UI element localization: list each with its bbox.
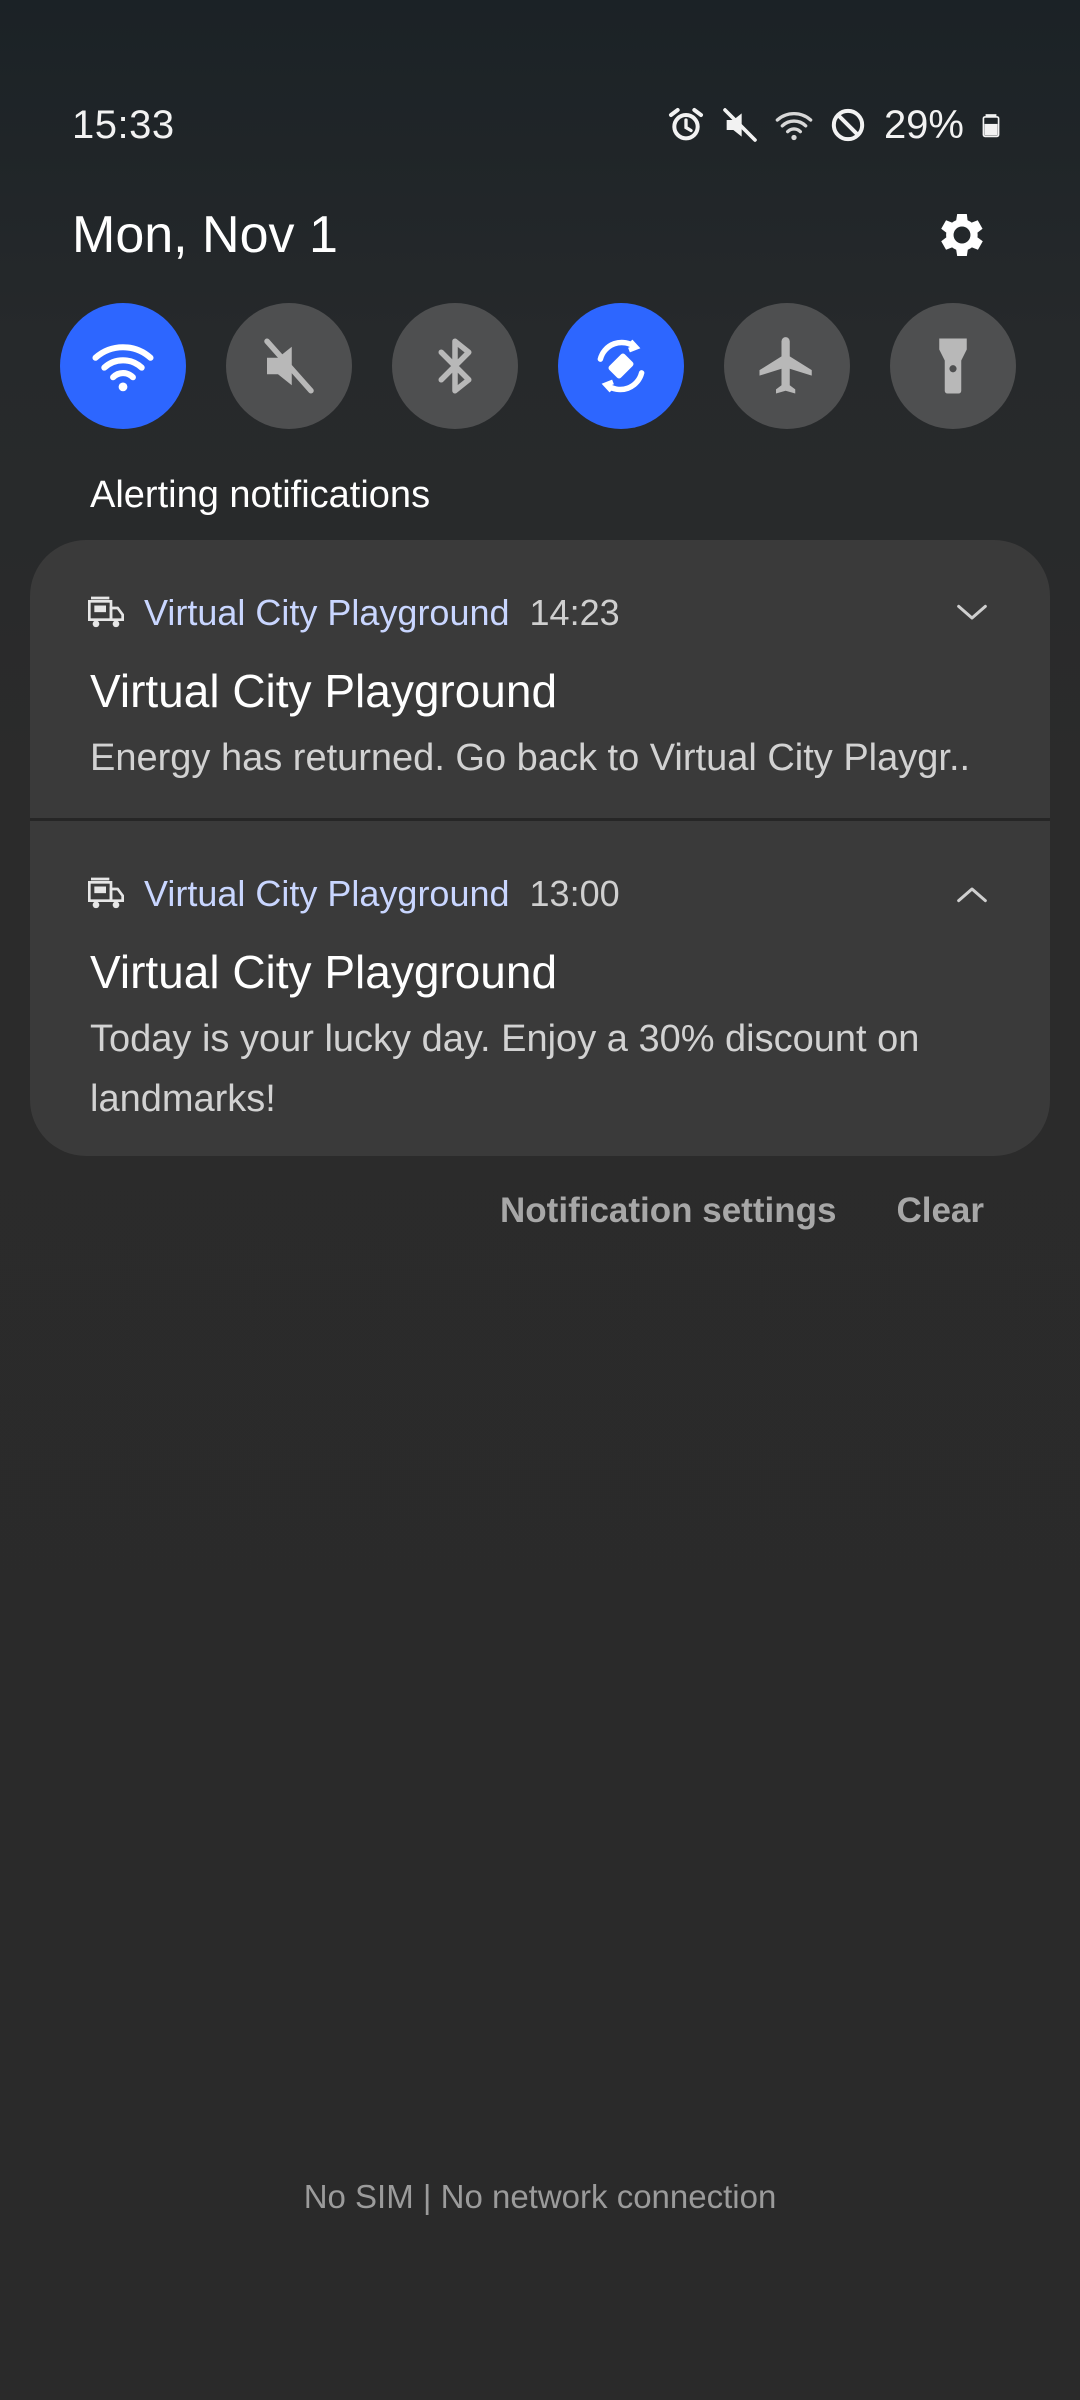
sound-toggle[interactable]	[226, 303, 352, 429]
clear-button[interactable]: Clear	[896, 1191, 984, 1231]
notification-actions: Notification settings Clear	[500, 1186, 984, 1236]
mute-icon	[720, 105, 760, 145]
gear-icon	[941, 213, 983, 257]
carrier-status: No SIM | No network connection	[303, 2178, 777, 2215]
notification-time: 14:23	[529, 592, 620, 633]
date-label: Mon, Nov 1	[72, 206, 338, 264]
battery-icon	[978, 105, 1004, 145]
notification-item[interactable]: Virtual City Playground 13:00 Virtual Ci…	[30, 821, 1050, 1156]
battery-percent: 29%	[883, 102, 964, 147]
chevron-up-icon	[957, 887, 987, 903]
alarm-icon	[666, 105, 706, 145]
flashlight-toggle[interactable]	[890, 303, 1016, 429]
notification-title: Virtual City Playground	[90, 665, 558, 717]
notification-body: Energy has returned. Go back to Virtual …	[90, 737, 971, 779]
app-name: Virtual City Playground	[144, 873, 510, 914]
flashlight-icon	[939, 338, 967, 394]
notification-header: Virtual City Playground 13:00	[86, 866, 994, 922]
wifi-icon	[92, 344, 154, 392]
clock: 15:33	[72, 102, 175, 147]
status-icons: 29%	[666, 103, 1004, 148]
quick-settings	[60, 303, 1016, 431]
app-truck-icon	[86, 593, 126, 633]
mute-icon	[264, 338, 314, 394]
airplane-icon	[759, 337, 812, 394]
collapse-button[interactable]	[950, 872, 994, 916]
notification-card: Virtual City Playground 14:23 Virtual Ci…	[30, 540, 1050, 1156]
notification-title: Virtual City Playground	[90, 946, 558, 998]
notification-settings-button[interactable]: Notification settings	[500, 1191, 836, 1231]
chevron-down-icon	[957, 604, 987, 620]
wifi-toggle[interactable]	[60, 303, 186, 429]
notification-item[interactable]: Virtual City Playground 14:23 Virtual Ci…	[30, 540, 1050, 818]
auto-rotate-icon	[597, 339, 645, 393]
app-truck-icon	[86, 874, 126, 914]
bluetooth-toggle[interactable]	[392, 303, 518, 429]
notification-body: Today is your lucky day. Enjoy a 30% dis…	[90, 1018, 920, 1120]
header: Mon, Nov 1	[72, 195, 992, 275]
app-name: Virtual City Playground	[144, 592, 510, 633]
notification-time: 13:00	[529, 873, 620, 914]
bluetooth-icon	[438, 338, 472, 394]
notification-header: Virtual City Playground 14:23	[86, 585, 994, 641]
wifi-icon	[774, 105, 814, 145]
settings-button[interactable]	[932, 205, 992, 265]
section-label: Alerting notifications	[90, 474, 431, 516]
auto-rotate-toggle[interactable]	[558, 303, 684, 429]
airplane-mode-toggle[interactable]	[724, 303, 850, 429]
expand-button[interactable]	[950, 591, 994, 635]
status-bar: 15:33 29%	[72, 95, 1004, 155]
do-not-disturb-icon	[828, 105, 868, 145]
